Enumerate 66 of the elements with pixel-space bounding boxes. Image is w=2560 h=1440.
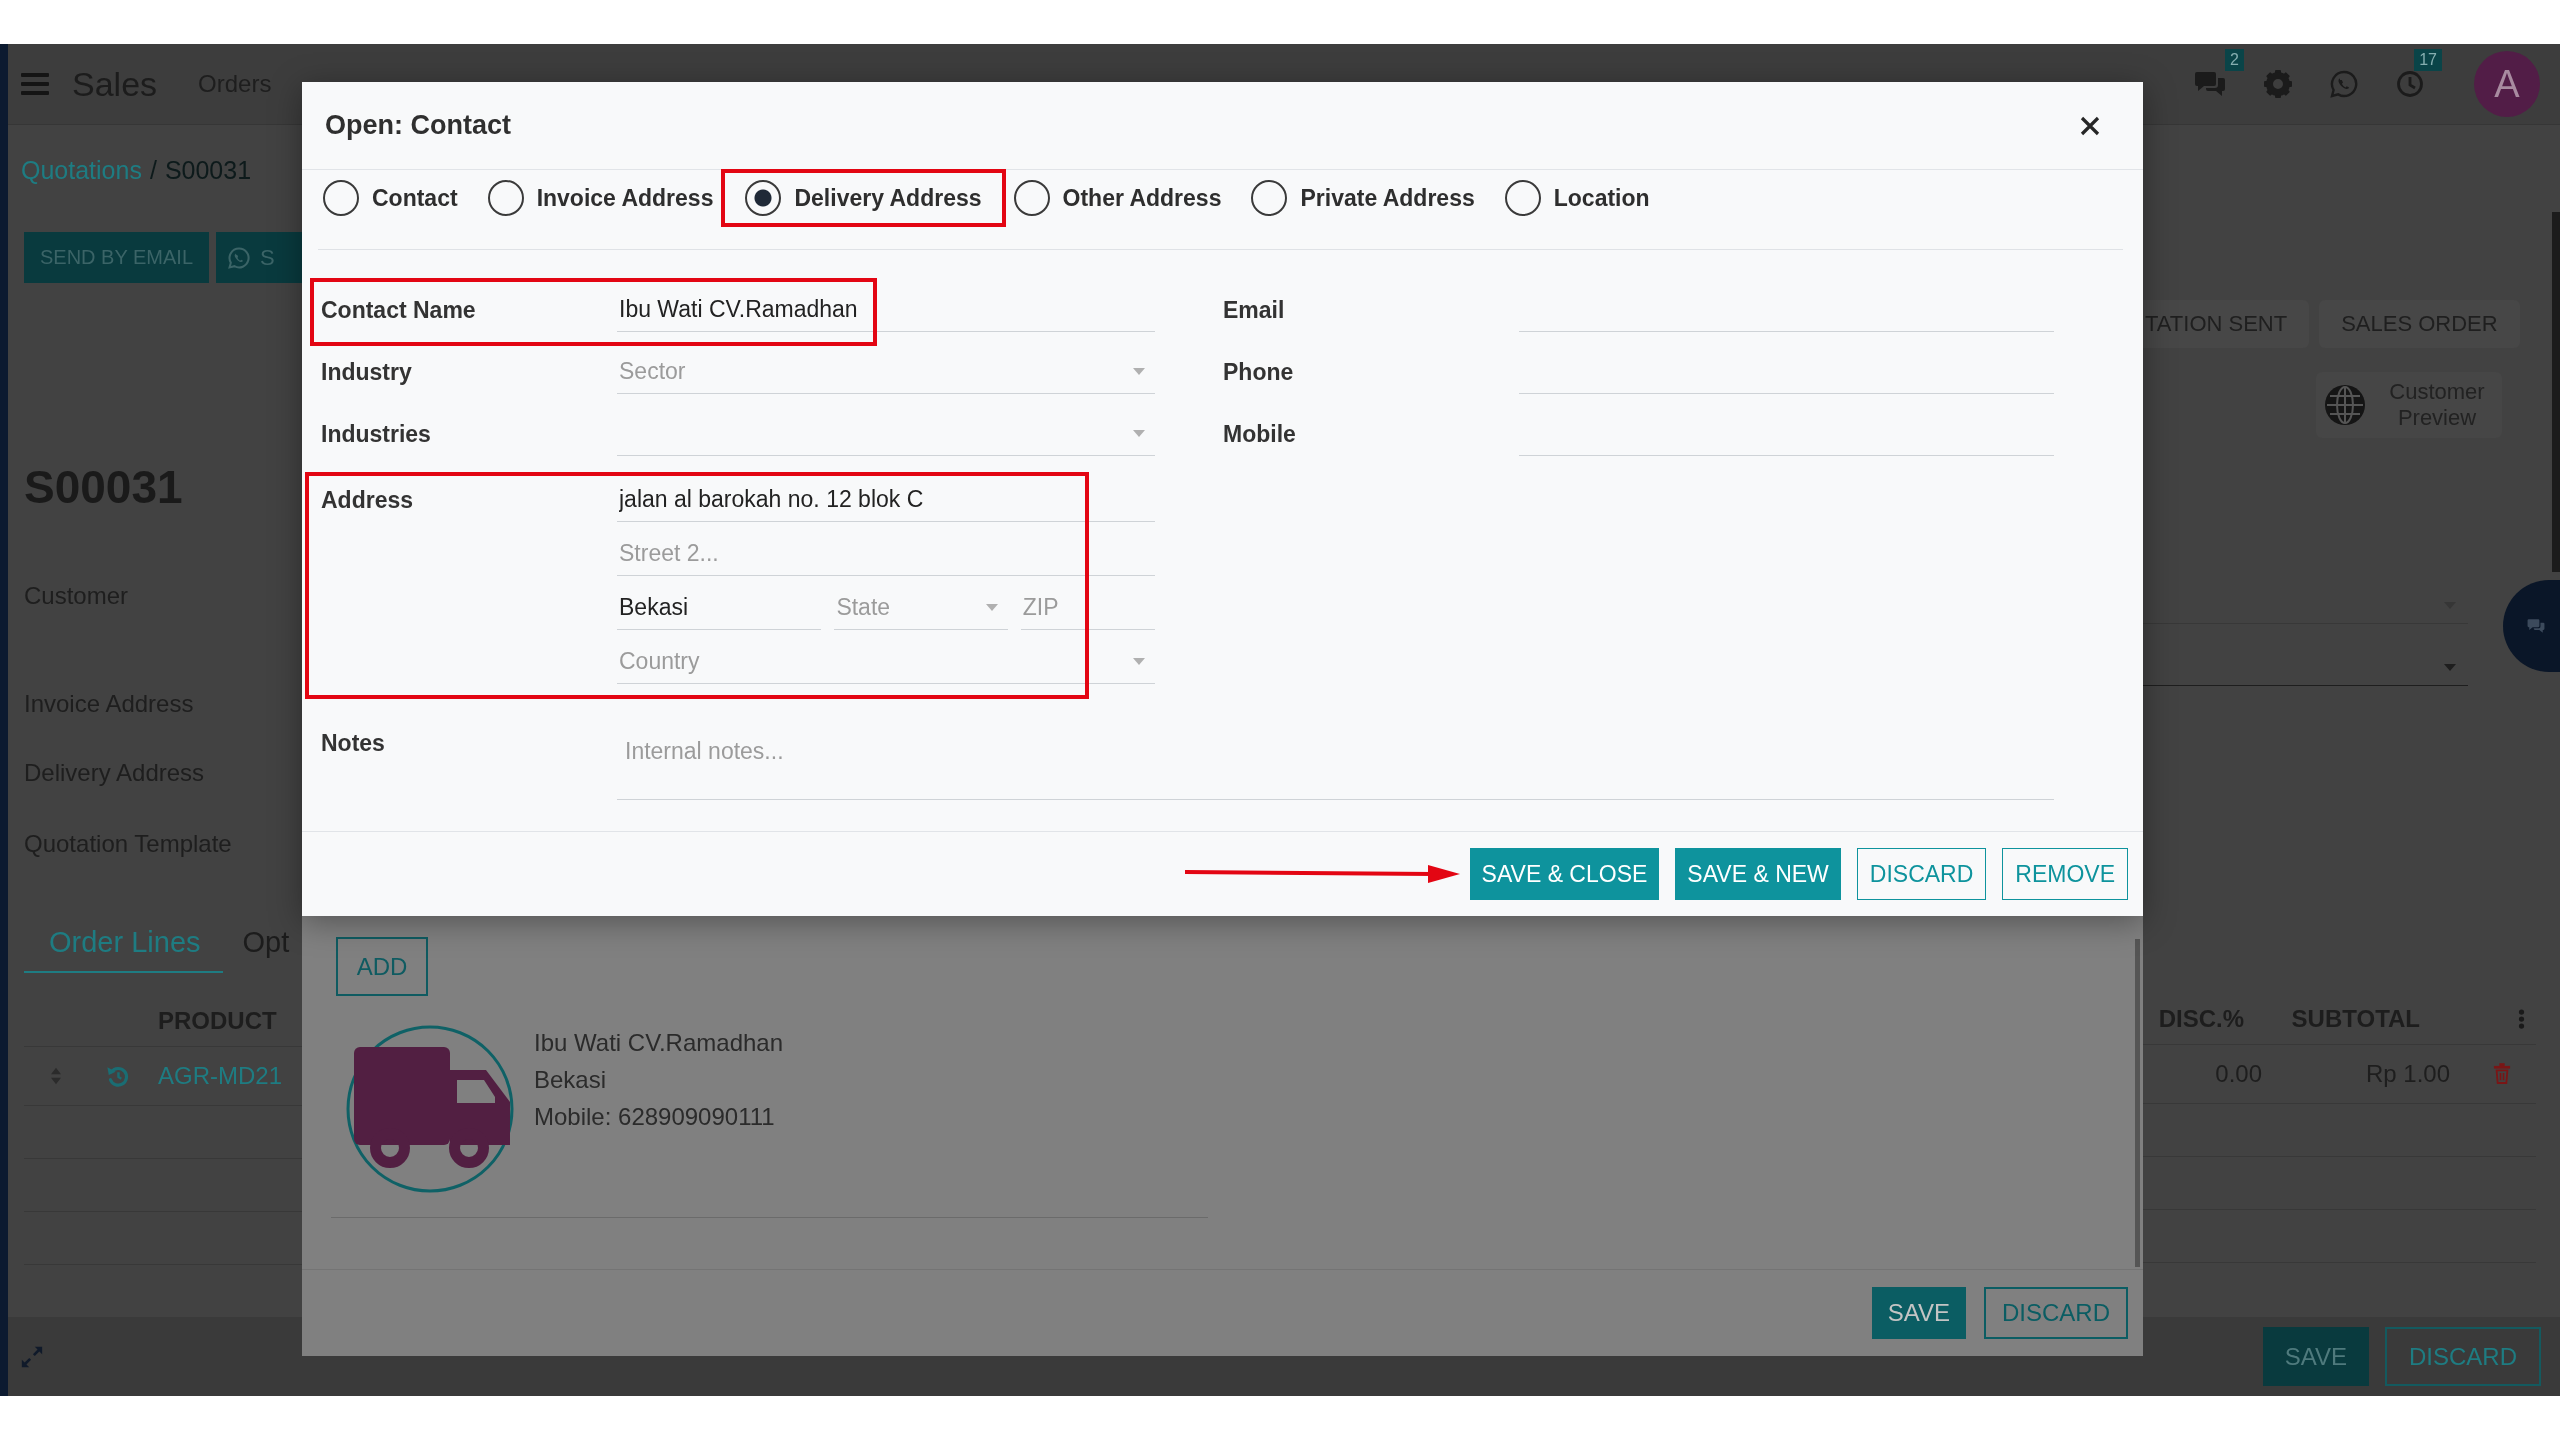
- caret-icon: [1133, 658, 1145, 665]
- primary-button[interactable]: SAVE: [2262, 1327, 2369, 1386]
- text-field[interactable]: ZIP: [1020, 586, 1155, 630]
- caret-icon: [2444, 664, 2456, 671]
- product-link[interactable]: AGR-MD21: [148, 1062, 302, 1090]
- radio-option[interactable]: Contact: [323, 180, 458, 216]
- vertical-dots-icon[interactable]: [2518, 1007, 2525, 1030]
- primary-button[interactable]: SAVE: [1871, 1287, 1966, 1339]
- menu-icon[interactable]: [21, 73, 49, 95]
- primary-button[interactable]: SAVE & NEW: [1675, 848, 1841, 900]
- tab[interactable]: Order Lines: [24, 922, 223, 973]
- field-label: Contact Name: [321, 296, 477, 325]
- truck-icon: [346, 1024, 514, 1194]
- radio-option[interactable]: Location: [1504, 180, 1650, 216]
- field-label: Industry: [321, 358, 413, 387]
- phone-bubble-icon[interactable]: [2330, 70, 2358, 98]
- primary-button[interactable]: SAVE & CLOSE: [1469, 848, 1660, 900]
- text-field[interactable]: jalan al barokah no. 12 blok C: [617, 478, 1155, 522]
- field-label: Phone: [1223, 358, 1295, 387]
- outline-button[interactable]: DISCARD: [2385, 1327, 2541, 1386]
- dialog-title: Open: Contact: [325, 110, 511, 141]
- radio-option[interactable]: Private Address: [1251, 180, 1475, 216]
- dropdown-field[interactable]: State: [834, 586, 1008, 630]
- close-icon: [2080, 115, 2100, 136]
- globe-icon: [2324, 384, 2366, 426]
- trash-icon[interactable]: [2493, 1063, 2511, 1085]
- outline-button[interactable]: DISCARD: [1856, 848, 1987, 900]
- field-label: Address: [321, 486, 415, 515]
- text-field[interactable]: Bekasi: [617, 586, 822, 630]
- field-label: Notes: [321, 729, 386, 758]
- notes-field[interactable]: Internal notes...: [617, 722, 2054, 800]
- dropdown-field[interactable]: Sector: [617, 350, 1155, 394]
- message-count-badge: 2: [2225, 49, 2244, 71]
- breadcrumb-link[interactable]: Quotations: [21, 155, 142, 185]
- caret-icon: [1133, 368, 1145, 375]
- field-label: Industries: [321, 420, 432, 449]
- chat-icon[interactable]: [2194, 70, 2226, 98]
- breadcrumb-separator: /: [149, 155, 157, 185]
- radio-option[interactable]: Invoice Address: [487, 180, 714, 216]
- clock-icon[interactable]: [2396, 70, 2424, 98]
- chat-icon: [2527, 618, 2545, 634]
- contact-mobile: Mobile: 628909090111: [534, 1102, 775, 1132]
- expand-icon[interactable]: [20, 1344, 44, 1369]
- dropdown-field[interactable]: Country: [617, 640, 1155, 684]
- add-button[interactable]: ADD: [336, 937, 428, 996]
- settings-icon[interactable]: [2264, 70, 2292, 98]
- contact-city: Bekasi: [534, 1065, 607, 1095]
- phone-bubble-icon: [228, 246, 251, 269]
- text-field[interactable]: Street 2...: [617, 532, 1155, 576]
- outline-button[interactable]: DISCARD: [1984, 1287, 2128, 1339]
- history-icon[interactable]: [106, 1064, 130, 1088]
- caret-icon: [985, 604, 998, 611]
- activity-count-badge: 17: [2414, 49, 2442, 71]
- chat-launcher-button[interactable]: [2503, 580, 2560, 672]
- field-label: Email: [1223, 296, 1286, 325]
- outline-button[interactable]: REMOVE: [2002, 848, 2128, 900]
- scrollbar[interactable]: [2135, 939, 2140, 1267]
- text-field[interactable]: Ibu Wati CV.Ramadhan: [617, 288, 1155, 332]
- caret-icon: [1133, 430, 1145, 437]
- radio-option[interactable]: Delivery Address: [745, 180, 982, 216]
- contact-name: Ibu Wati CV.Ramadhan: [534, 1028, 784, 1058]
- close-button[interactable]: [2080, 115, 2100, 136]
- field-label: Mobile: [1223, 420, 1297, 449]
- user-avatar[interactable]: A: [2474, 51, 2540, 117]
- radio-option[interactable]: Other Address: [1013, 180, 1222, 216]
- scrollbar[interactable]: [2552, 212, 2560, 572]
